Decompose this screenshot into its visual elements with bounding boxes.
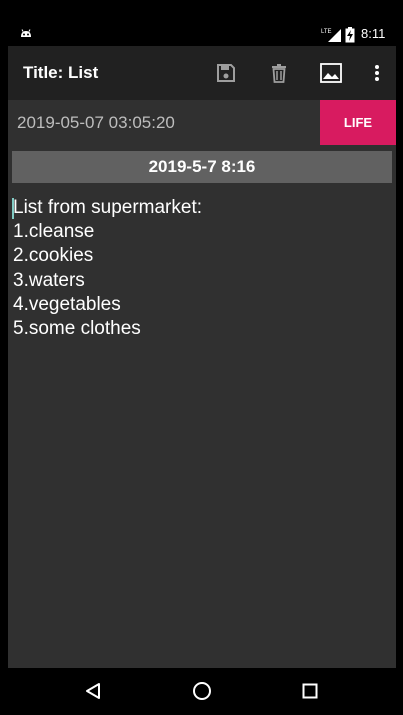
home-icon bbox=[193, 682, 211, 700]
screen: LTE 8:11 Title: List 2019-05-07 03:05:20… bbox=[0, 0, 403, 715]
recents-button[interactable] bbox=[298, 679, 322, 703]
note-editor: 2019-05-07 03:05:20 LIFE 2019-5-7 8:16 L… bbox=[8, 100, 396, 668]
more-vert-icon bbox=[375, 65, 379, 81]
back-icon bbox=[86, 683, 100, 699]
android-debug-icon bbox=[21, 29, 31, 37]
image-icon bbox=[320, 63, 342, 83]
delete-button[interactable] bbox=[266, 60, 292, 86]
save-icon bbox=[217, 64, 235, 82]
back-button[interactable] bbox=[81, 679, 105, 703]
delete-icon bbox=[272, 64, 286, 83]
app-bar: Title: List bbox=[8, 46, 396, 100]
note-line: 5.some clothes bbox=[13, 318, 141, 340]
save-button[interactable] bbox=[213, 60, 239, 86]
home-button[interactable] bbox=[190, 679, 214, 703]
note-line: List from supermarket: bbox=[13, 197, 202, 218]
category-button[interactable]: LIFE bbox=[320, 100, 396, 145]
signal-lte-icon: LTE bbox=[321, 29, 341, 42]
status-time: 8:11 bbox=[361, 26, 386, 41]
recents-icon bbox=[302, 683, 318, 699]
text-cursor bbox=[12, 198, 14, 219]
note-line: 1.cleanse bbox=[13, 221, 95, 243]
note-text-area[interactable]: List from supermarket: 1.cleanse 2.cooki… bbox=[12, 196, 385, 341]
insert-image-button[interactable] bbox=[318, 60, 344, 86]
overflow-menu-button[interactable] bbox=[364, 60, 390, 86]
status-bar: LTE 8:11 bbox=[8, 24, 396, 46]
page-title: Title: List bbox=[23, 63, 99, 82]
note-line: 4.vegetables bbox=[13, 293, 121, 315]
note-meta-row: 2019-05-07 03:05:20 LIFE bbox=[8, 100, 396, 146]
note-line: 3.waters bbox=[13, 269, 85, 291]
created-timestamp: 2019-05-07 03:05:20 bbox=[17, 113, 175, 132]
battery-charging-icon bbox=[345, 27, 355, 43]
note-line: 2.cookies bbox=[13, 245, 94, 267]
date-header: 2019-5-7 8:16 bbox=[12, 151, 392, 183]
network-label: LTE bbox=[321, 29, 332, 35]
system-navigation-bar bbox=[0, 668, 403, 715]
